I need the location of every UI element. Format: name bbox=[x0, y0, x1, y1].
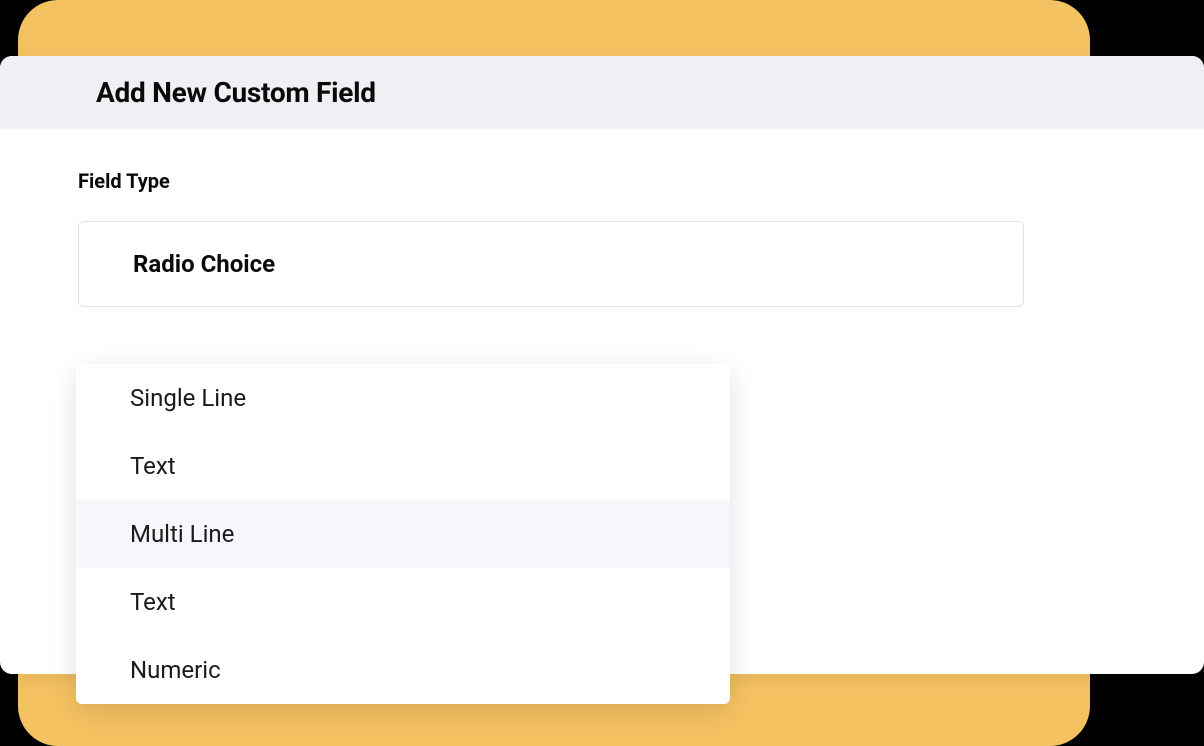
dropdown-option-single-line[interactable]: Single Line bbox=[76, 364, 730, 432]
page-title: Add New Custom Field bbox=[96, 76, 1108, 109]
dropdown-option-text-2[interactable]: Text bbox=[76, 568, 730, 636]
selected-value: Radio Choice bbox=[133, 250, 275, 278]
dropdown-option-numeric[interactable]: Numeric bbox=[76, 636, 730, 704]
dropdown-option-multi-line[interactable]: Multi Line bbox=[76, 500, 730, 568]
field-type-select[interactable]: Radio Choice bbox=[78, 221, 1024, 307]
card-body: Field Type Radio Choice Single Line Text… bbox=[0, 129, 1204, 327]
card-header: Add New Custom Field bbox=[0, 56, 1204, 129]
dropdown-option-text-1[interactable]: Text bbox=[76, 432, 730, 500]
field-type-dropdown: Single Line Text Multi Line Text Numeric bbox=[76, 364, 730, 704]
field-type-label: Field Type bbox=[78, 169, 1126, 193]
add-custom-field-card: Add New Custom Field Field Type Radio Ch… bbox=[0, 56, 1204, 674]
